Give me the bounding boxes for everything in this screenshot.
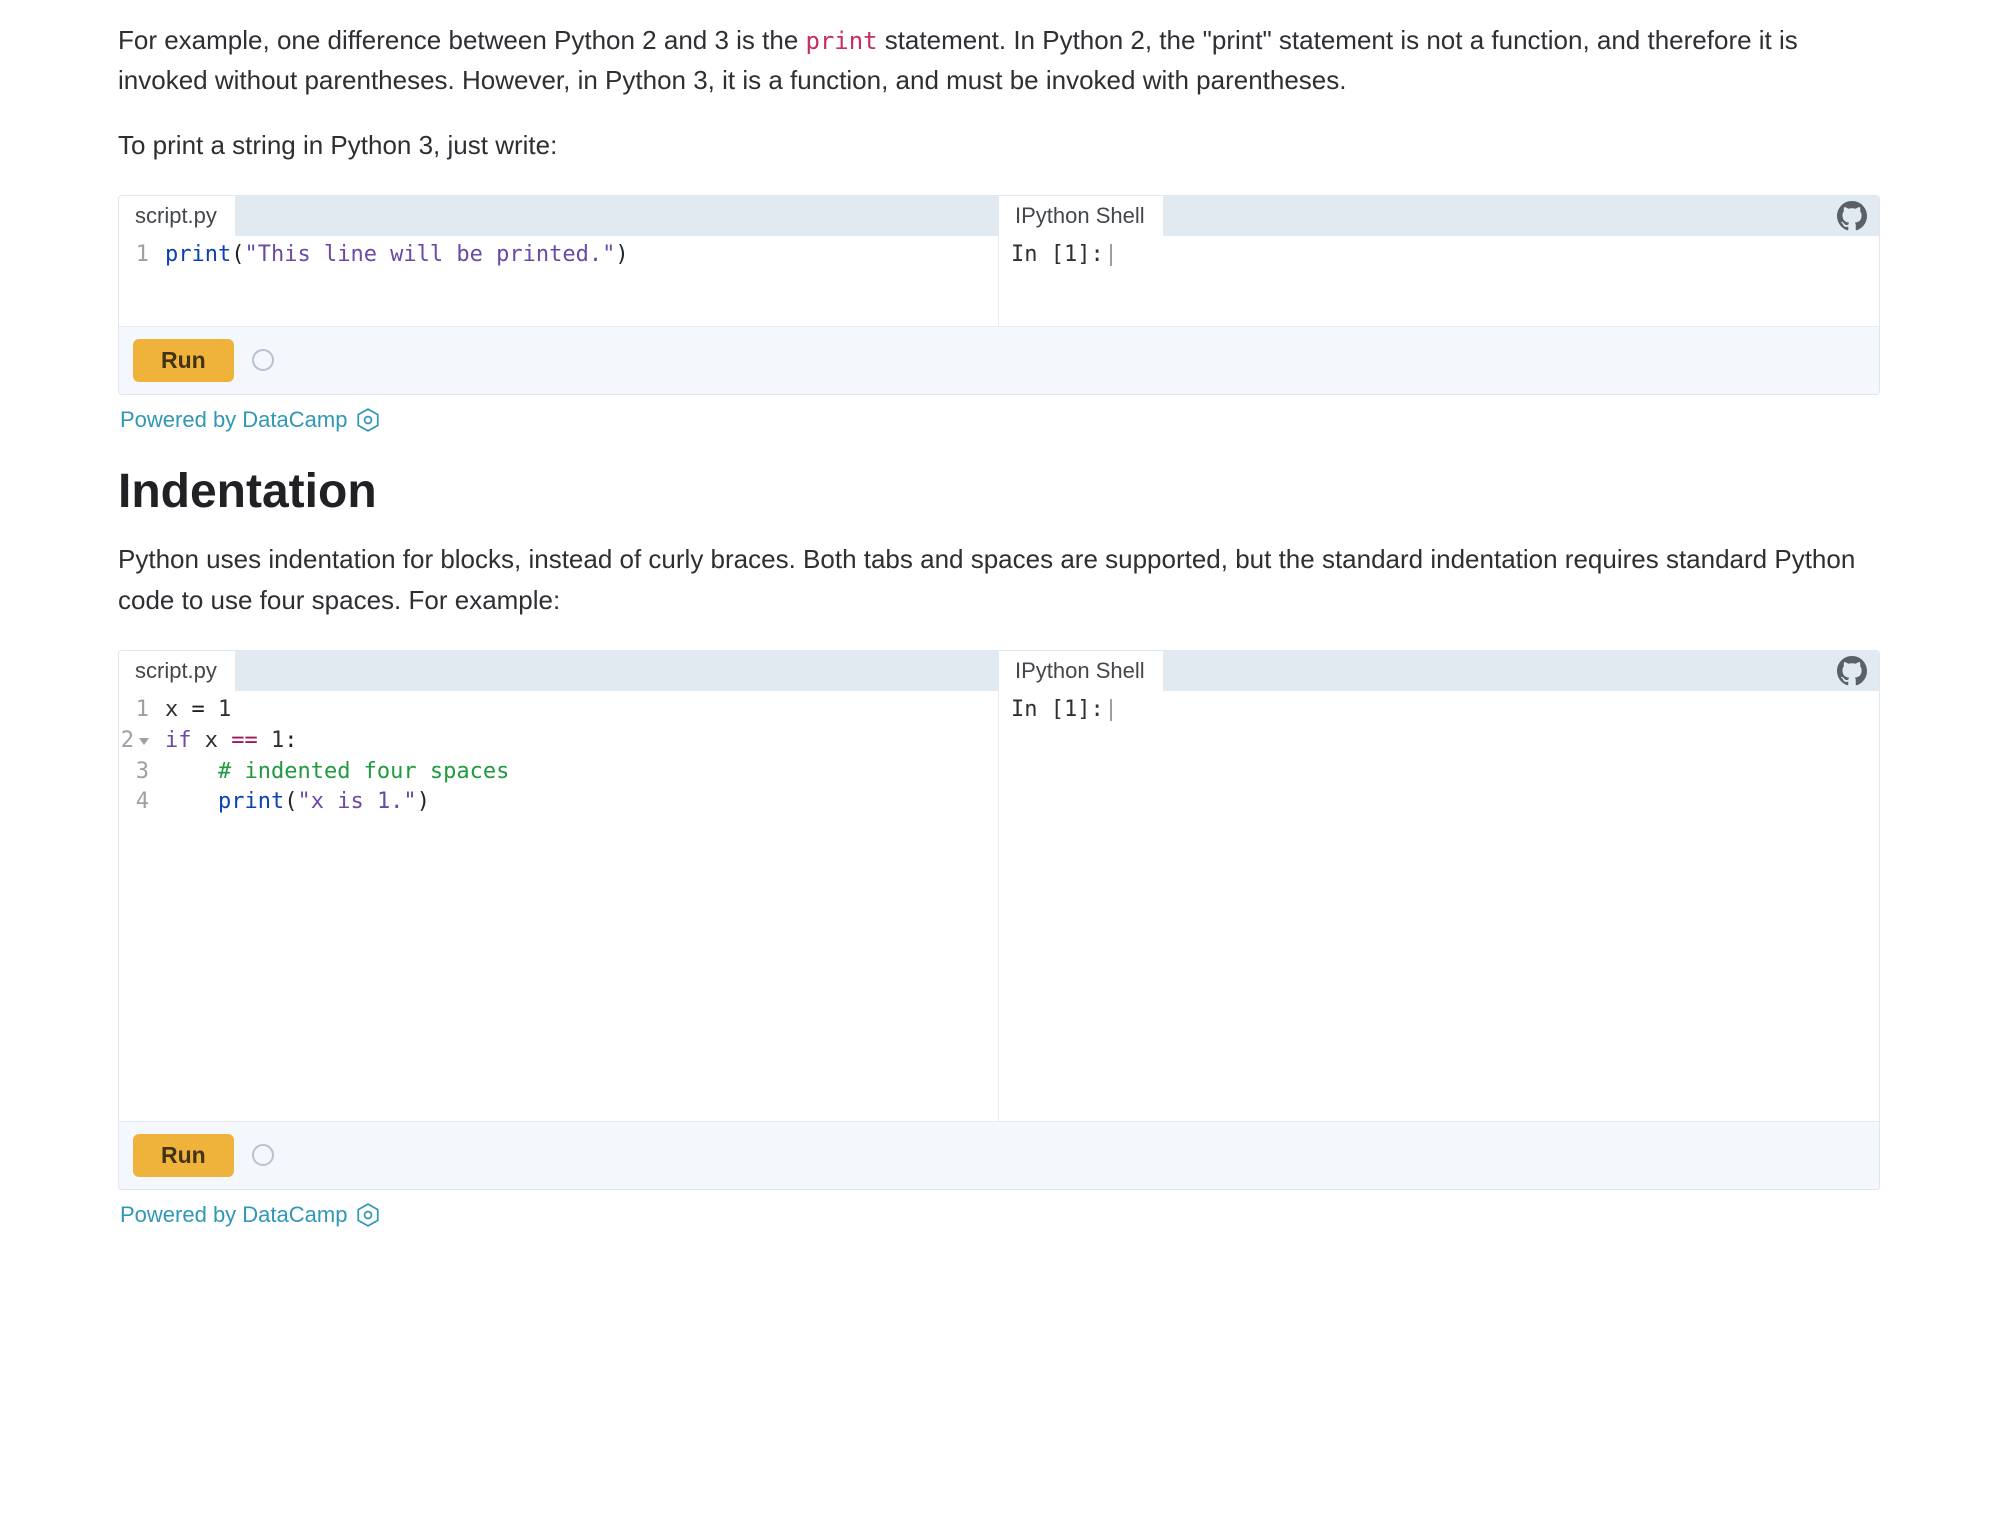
shell-prompt: In [1]: — [1011, 695, 1104, 726]
editor-pane: script.py 1 x = 1 2 if x == 1: 3 # inden… — [119, 651, 999, 1121]
datacamp-badge-icon — [355, 1202, 381, 1228]
code-editor[interactable]: 1 print("This line will be printed.") — [119, 236, 998, 326]
shell-tabbar: IPython Shell — [999, 651, 1879, 691]
run-button[interactable]: Run — [133, 339, 234, 382]
shell-prompt-line: In [1]: — [1011, 695, 1879, 726]
intro-text-a: For example, one difference between Pyth… — [118, 25, 806, 55]
code-line: 1 print("This line will be printed.") — [119, 240, 998, 271]
attribution-text: Powered by DataCamp — [120, 403, 347, 437]
tab-shell[interactable]: IPython Shell — [999, 196, 1164, 236]
datacamp-badge-icon — [355, 407, 381, 433]
code-content: print("x is 1.") — [159, 787, 430, 818]
tab-script[interactable]: script.py — [119, 651, 236, 691]
line-number: 1 — [119, 695, 159, 726]
heading-indentation: Indentation — [118, 455, 1880, 529]
shell-pane: IPython Shell In [1]: — [999, 196, 1879, 326]
shell-output[interactable]: In [1]: — [999, 691, 1879, 1121]
code-content: x = 1 — [159, 695, 231, 726]
code-line: 2 if x == 1: — [119, 726, 998, 757]
intro-paragraph-1: For example, one difference between Pyth… — [118, 20, 1880, 101]
indentation-paragraph: Python uses indentation for blocks, inst… — [118, 539, 1880, 620]
shell-prompt-line: In [1]: — [1011, 240, 1879, 271]
datacamp-attribution[interactable]: Powered by DataCamp — [120, 403, 1880, 437]
run-button[interactable]: Run — [133, 1134, 234, 1177]
editor-pane: script.py 1 print("This line will be pri… — [119, 196, 999, 326]
inline-code-print: print — [806, 27, 878, 55]
code-content: # indented four spaces — [159, 757, 509, 788]
github-icon[interactable] — [1837, 656, 1867, 686]
tab-shell[interactable]: IPython Shell — [999, 651, 1164, 691]
shell-cursor-icon — [1110, 699, 1112, 721]
code-content: if x == 1: — [159, 726, 298, 757]
shell-pane: IPython Shell In [1]: — [999, 651, 1879, 1121]
ide-block-1: script.py 1 print("This line will be pri… — [118, 195, 1880, 395]
line-number: 3 — [119, 757, 159, 788]
line-number: 2 — [119, 726, 159, 757]
attribution-text: Powered by DataCamp — [120, 1198, 347, 1232]
editor-tabbar: script.py — [119, 196, 998, 236]
ide-block-2: script.py 1 x = 1 2 if x == 1: 3 # inden… — [118, 650, 1880, 1190]
run-bar: Run — [119, 326, 1879, 394]
line-number: 1 — [119, 240, 159, 271]
shell-cursor-icon — [1110, 244, 1112, 266]
spinner-icon — [252, 1144, 274, 1166]
code-line: 1 x = 1 — [119, 695, 998, 726]
run-bar: Run — [119, 1121, 1879, 1189]
shell-output[interactable]: In [1]: — [999, 236, 1879, 326]
github-icon[interactable] — [1837, 201, 1867, 231]
code-line: 4 print("x is 1.") — [119, 787, 998, 818]
intro-paragraph-2: To print a string in Python 3, just writ… — [118, 125, 1880, 165]
tab-script[interactable]: script.py — [119, 196, 236, 236]
editor-tabbar: script.py — [119, 651, 998, 691]
code-line: 3 # indented four spaces — [119, 757, 998, 788]
fold-caret-icon[interactable] — [139, 738, 149, 745]
code-editor[interactable]: 1 x = 1 2 if x == 1: 3 # indented four s… — [119, 691, 998, 1121]
shell-prompt: In [1]: — [1011, 240, 1104, 271]
shell-tabbar: IPython Shell — [999, 196, 1879, 236]
spinner-icon — [252, 349, 274, 371]
datacamp-attribution[interactable]: Powered by DataCamp — [120, 1198, 1880, 1232]
code-content: print("This line will be printed.") — [159, 240, 629, 271]
line-number: 4 — [119, 787, 159, 818]
